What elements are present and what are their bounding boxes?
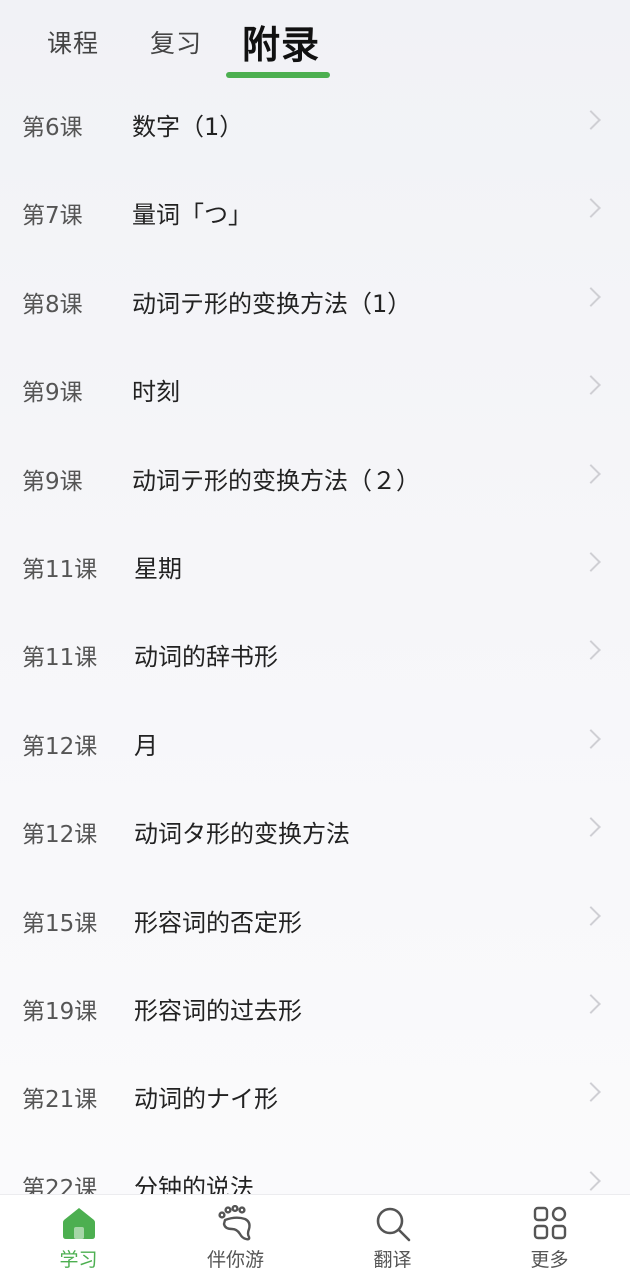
lesson-number: 第9课 xyxy=(22,468,83,495)
grid-icon xyxy=(532,1205,568,1245)
list-item-title: 动词タ形的变换方法 xyxy=(134,820,350,849)
chevron-right-icon xyxy=(581,110,601,130)
chevron-right-icon xyxy=(581,463,601,484)
lesson-number: 第12课 xyxy=(22,733,98,760)
lesson-number: 第11课 xyxy=(22,556,98,583)
list-item-title: 动词的辞书形 xyxy=(134,643,278,672)
list-item-title: 数字（1） xyxy=(132,113,244,141)
chevron-right-icon xyxy=(581,817,601,838)
nav-study-label: 学习 xyxy=(59,1249,98,1271)
chevron-right-icon xyxy=(581,728,601,749)
tab-appendix[interactable]: 附录 xyxy=(242,14,320,69)
list-item[interactable]: 第12课 月 xyxy=(0,699,630,787)
search-icon xyxy=(374,1205,412,1247)
lesson-number: 第8课 xyxy=(22,291,83,318)
list-item[interactable]: 第15课 形容词的否定形 xyxy=(0,876,630,964)
lesson-number: 第6课 xyxy=(22,115,83,141)
lesson-number: 第12课 xyxy=(22,822,98,849)
bottom-navigation-bar: 学习 伴你游 翻译 更多 xyxy=(0,1194,630,1280)
tab-review[interactable]: 复习 xyxy=(150,24,202,60)
list-item-title: 量词「つ」 xyxy=(132,201,252,230)
lesson-number: 第21课 xyxy=(22,1087,98,1114)
list-item-title: 时刻 xyxy=(132,378,180,407)
list-item[interactable]: 第6课 数字（1） xyxy=(0,80,630,168)
active-tab-indicator xyxy=(226,72,330,78)
chevron-right-icon xyxy=(581,640,601,661)
list-item-title: 动词的ナイ形 xyxy=(134,1085,278,1114)
lesson-number: 第15课 xyxy=(22,910,98,937)
list-item-title: 星期 xyxy=(134,554,182,583)
lesson-number: 第22课 xyxy=(22,1175,98,1195)
list-item[interactable]: 第11课 动词的辞书形 xyxy=(0,610,630,698)
chevron-right-icon xyxy=(581,994,601,1014)
list-item-title: 形容词的否定形 xyxy=(134,908,302,937)
list-item[interactable]: 第8课 动词テ形的变换方法（1） xyxy=(0,257,630,345)
list-item-title: 月 xyxy=(134,731,158,760)
appendix-list: 第6课 数字（1） 第7课 量词「つ」 第8课 动词テ形的变换方法（1） 第9课… xyxy=(0,80,630,1195)
list-item[interactable]: 第21课 动词的ナイ形 xyxy=(0,1052,630,1140)
lesson-number: 第9课 xyxy=(22,380,83,407)
list-item[interactable]: 第7课 量词「つ」 xyxy=(0,168,630,256)
home-icon xyxy=(61,1205,97,1245)
list-item-title: 动词テ形的变换方法（２） xyxy=(132,466,420,495)
list-item-title: 形容词的过去形 xyxy=(134,996,302,1025)
list-item-title: 分钟的说法 xyxy=(134,1173,254,1195)
chevron-right-icon xyxy=(581,905,601,926)
list-item[interactable]: 第11课 星期 xyxy=(0,522,630,610)
list-item[interactable]: 第9课 动词テ形的变换方法（２） xyxy=(0,434,630,522)
nav-more[interactable]: 更多 xyxy=(471,1195,628,1280)
lesson-number: 第11课 xyxy=(22,645,98,672)
nav-translate[interactable]: 翻译 xyxy=(314,1195,471,1280)
chevron-right-icon xyxy=(581,375,601,396)
nav-translate-label: 翻译 xyxy=(373,1249,412,1271)
list-item-title: 动词テ形的变换方法（1） xyxy=(132,289,412,318)
nav-study[interactable]: 学习 xyxy=(0,1195,157,1280)
nav-travel-label: 伴你游 xyxy=(206,1249,264,1271)
list-item[interactable]: 第9课 时刻 xyxy=(0,345,630,433)
footprint-icon xyxy=(216,1204,256,1245)
nav-travel[interactable]: 伴你游 xyxy=(157,1195,314,1280)
chevron-right-icon xyxy=(581,286,601,307)
lesson-number: 第7课 xyxy=(22,203,83,230)
lesson-number: 第19课 xyxy=(22,998,98,1025)
chevron-right-icon xyxy=(581,198,601,219)
chevron-right-icon xyxy=(581,552,601,572)
tab-courses[interactable]: 课程 xyxy=(47,24,99,60)
chevron-right-icon xyxy=(581,1170,601,1191)
list-item[interactable]: 第22课 分钟的说法 xyxy=(0,1141,630,1195)
chevron-right-icon xyxy=(581,1082,601,1103)
top-tab-bar: 课程 复习 附录 xyxy=(0,0,630,90)
list-item[interactable]: 第12课 动词タ形的变换方法 xyxy=(0,787,630,875)
nav-more-label: 更多 xyxy=(530,1249,569,1271)
list-item[interactable]: 第19课 形容词的过去形 xyxy=(0,964,630,1052)
